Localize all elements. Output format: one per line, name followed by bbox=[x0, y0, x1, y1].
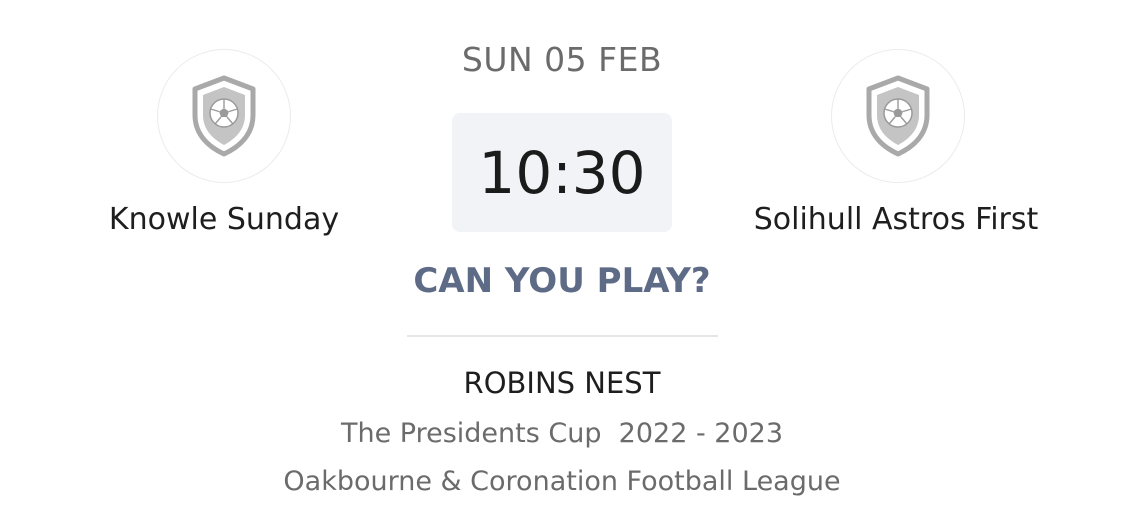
league-name: Oakbourne & Coronation Football League bbox=[283, 466, 841, 497]
home-team-crest[interactable] bbox=[157, 49, 291, 183]
away-team-name[interactable]: Solihull Astros First bbox=[731, 198, 1061, 242]
fixture-date: SUN 05 FEB bbox=[461, 40, 663, 79]
kickoff-time: 10:30 bbox=[452, 113, 672, 232]
divider bbox=[407, 335, 718, 337]
shield-football-icon bbox=[866, 75, 930, 157]
home-team-name[interactable]: Knowle Sunday bbox=[59, 198, 389, 242]
kickoff-time-value: 10:30 bbox=[478, 138, 646, 207]
can-you-play-button[interactable]: CAN YOU PLAY? bbox=[362, 256, 762, 306]
venue-name[interactable]: ROBINS NEST bbox=[262, 361, 862, 405]
shield-football-icon bbox=[192, 75, 256, 157]
competition-name: The Presidents Cup 2022 - 2023 bbox=[341, 418, 783, 449]
away-team-crest[interactable] bbox=[831, 49, 965, 183]
